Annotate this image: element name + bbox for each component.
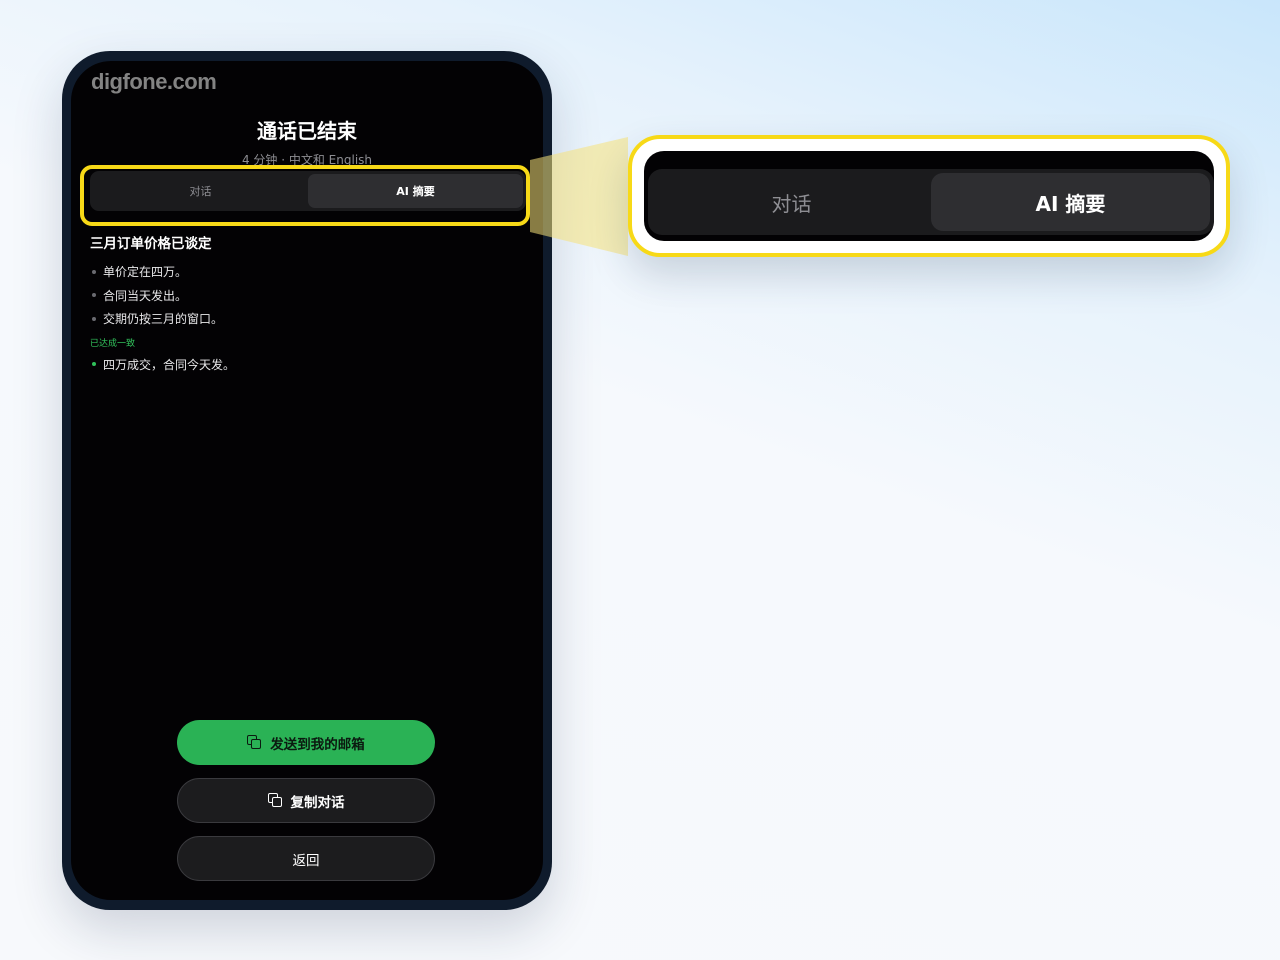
bullet-dot-icon — [92, 316, 96, 321]
list-item-text: 单价定在四万。 — [103, 265, 188, 280]
zoom-callout-screen: 对话 AI 摘要 — [644, 151, 1214, 241]
back-button[interactable]: 返回 — [177, 836, 435, 881]
zoom-callout: 对话 AI 摘要 — [628, 135, 1230, 257]
bullet-dot-icon — [92, 293, 96, 298]
zoomed-segmented-control: 对话 AI 摘要 — [648, 169, 1214, 235]
bullet-dot-icon — [92, 362, 96, 367]
copy-conversation-label: 复制对话 — [290, 794, 345, 811]
list-item: 合同当天发出。 — [90, 284, 510, 308]
list-item: 交期仍按三月的窗口。 — [90, 307, 510, 331]
agreement-label: 已达成一致 — [90, 338, 136, 349]
summary-heading: 三月订单价格已谈定 — [90, 236, 212, 252]
back-label: 返回 — [292, 852, 320, 869]
page-title: 通话已结束 — [257, 119, 357, 143]
list-item-text: 合同当天发出。 — [103, 288, 188, 303]
copy-icon — [267, 793, 283, 808]
agreement-item: 四万成交，合同今天发。 — [90, 353, 510, 377]
watermark-logo: digfone.com — [91, 69, 217, 94]
send-email-label: 发送到我的邮箱 — [270, 736, 365, 753]
list-item: 单价定在四万。 — [90, 260, 510, 284]
copy-icon — [247, 735, 262, 750]
summary-panel: 三月订单价格已谈定 单价定在四万。 合同当天发出。 交期仍按三月的窗口。 已达成… — [90, 232, 510, 376]
copy-conversation-button[interactable]: 复制对话 — [177, 778, 435, 823]
bullet-dot-icon — [92, 269, 96, 274]
list-item-text: 交期仍按三月的窗口。 — [103, 312, 224, 327]
highlight-box — [80, 165, 530, 226]
zoomed-tab-conversation: 对话 — [771, 191, 812, 216]
agreement-item-text: 四万成交，合同今天发。 — [103, 357, 236, 372]
zoomed-tab-ai-summary: AI 摘要 — [931, 173, 1210, 231]
send-email-button[interactable]: 发送到我的邮箱 — [177, 720, 435, 765]
